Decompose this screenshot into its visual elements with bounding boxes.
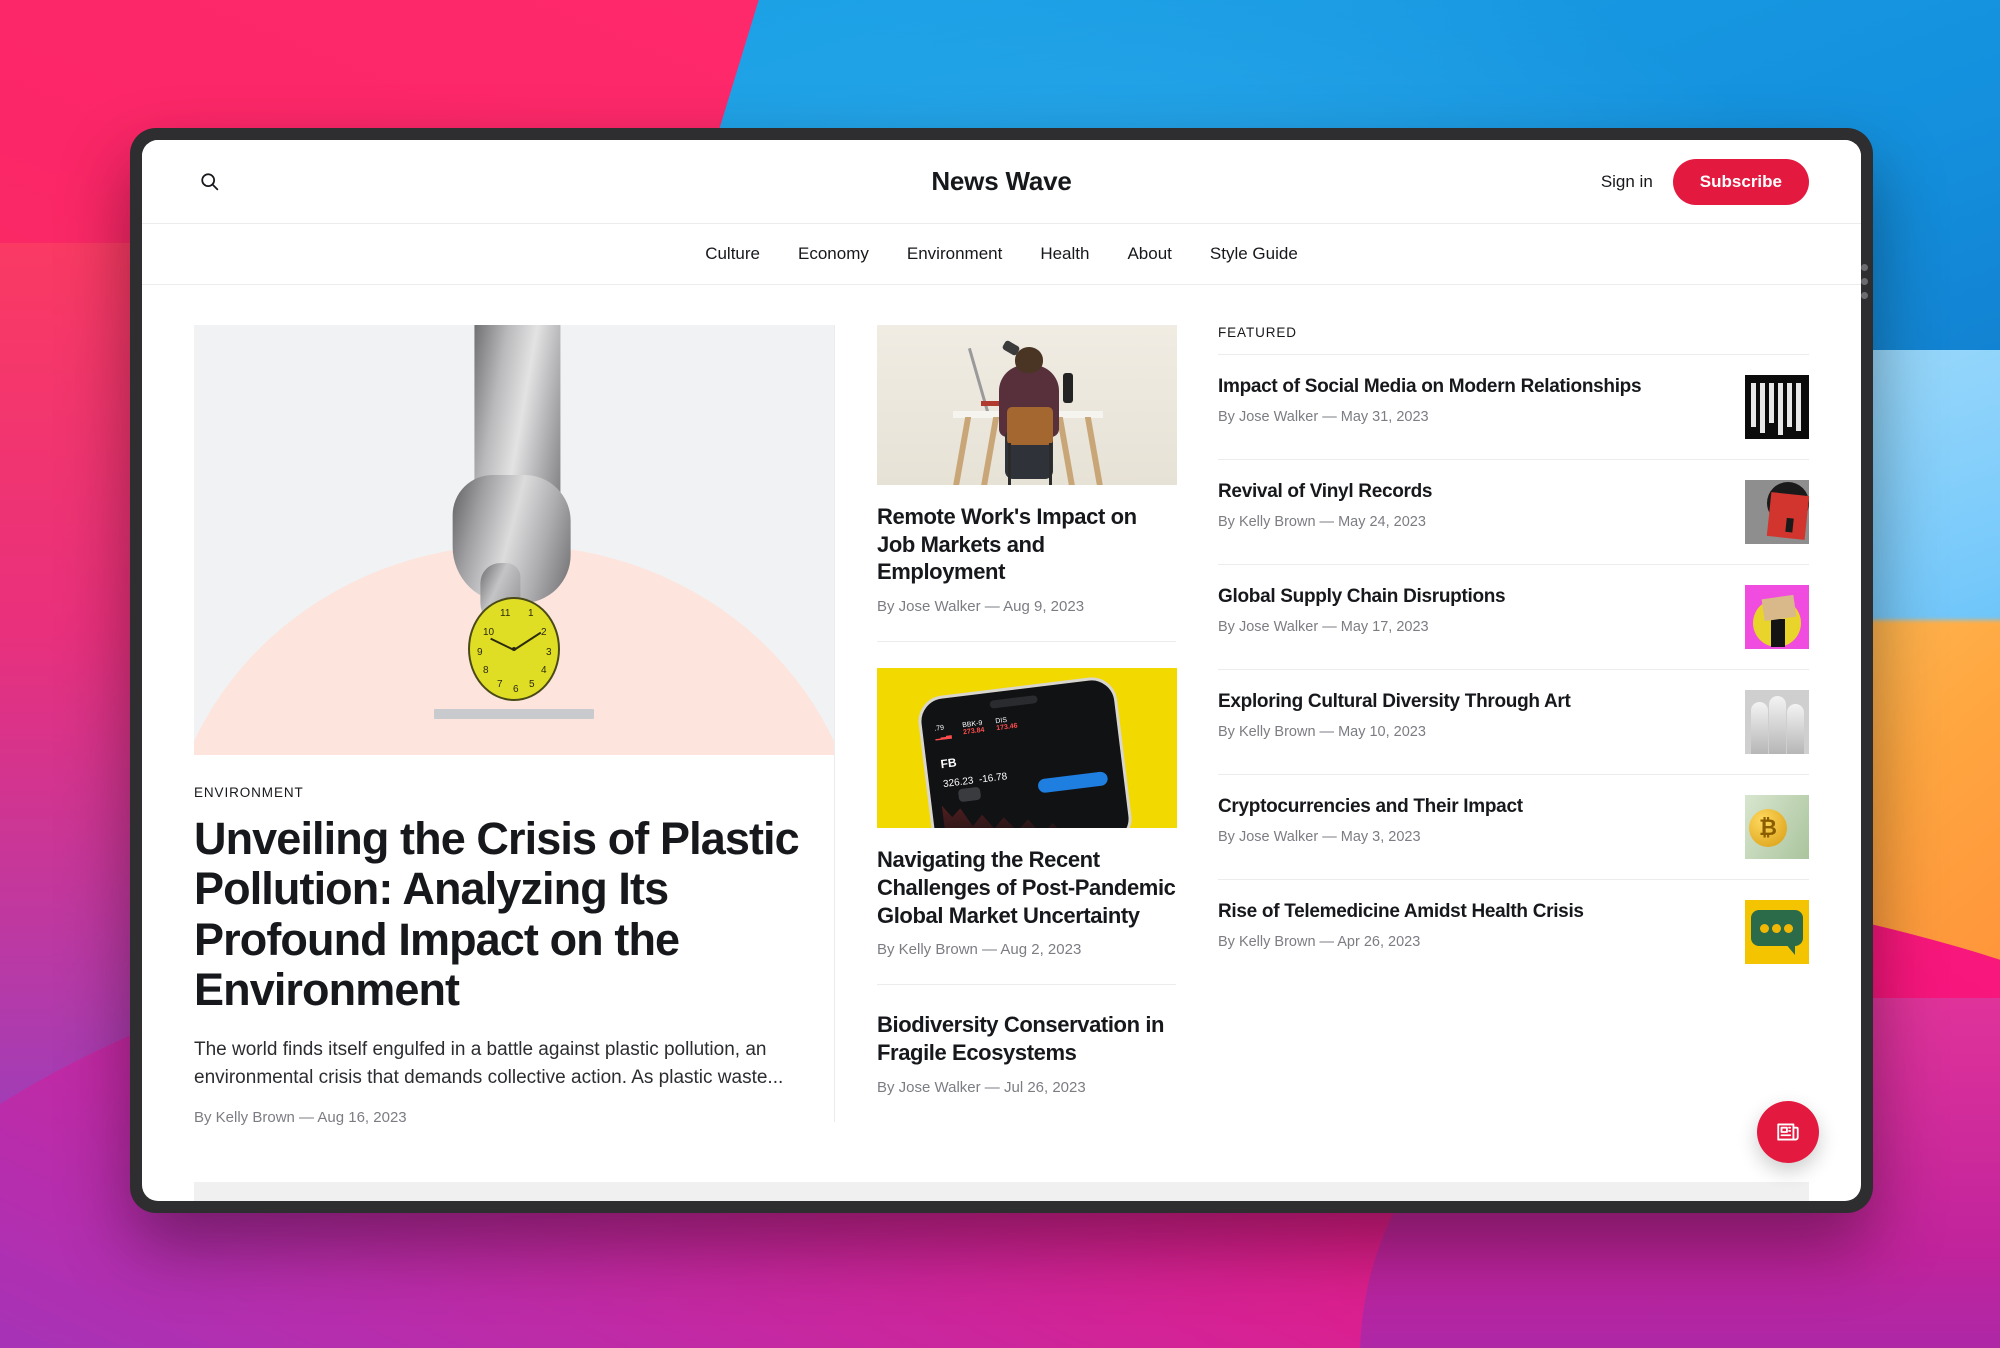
hero-clock: 11 1 10 2 9 3 8 4 7 6 5 xyxy=(468,597,560,701)
featured-title[interactable]: Impact of Social Media on Modern Relatio… xyxy=(1218,375,1727,399)
clock-tick-5: 5 xyxy=(529,679,535,690)
nav-item-style-guide[interactable]: Style Guide xyxy=(1210,244,1298,264)
article-thumbnail-stocks: .79 ▁▂▃ BBK-9 273.84 DIS 173.46 FB 326.23 -… xyxy=(877,668,1177,829)
promo-band: News Wave xyxy=(194,1181,1809,1201)
featured-title[interactable]: Rise of Telemedicine Amidst Health Crisi… xyxy=(1218,900,1727,924)
featured-item-cultural-art[interactable]: Exploring Cultural Diversity Through Art… xyxy=(1218,669,1809,774)
article-card-global-market[interactable]: .79 ▁▂▃ BBK-9 273.84 DIS 173.46 FB 326.23 -… xyxy=(877,641,1177,984)
clock-tick-4: 4 xyxy=(541,665,547,676)
hero-slot xyxy=(434,709,594,719)
bitcoin-coin-thumb-icon: ₿ xyxy=(1745,795,1809,859)
featured-title[interactable]: Global Supply Chain Disruptions xyxy=(1218,585,1727,609)
article-byline: By Jose Walker — Aug 9, 2023 xyxy=(877,598,1085,616)
content-grid: 11 1 10 2 9 3 8 4 7 6 5 ENVIRONMENT Unve… xyxy=(142,285,1861,1126)
nav-item-health[interactable]: Health xyxy=(1040,244,1089,264)
article-title[interactable]: Navigating the Recent Challenges of Post… xyxy=(877,846,1176,929)
newspaper-icon xyxy=(1777,1123,1799,1141)
hero-title[interactable]: Unveiling the Crisis of Plastic Pollutio… xyxy=(194,813,834,1016)
browser-viewport: News Wave Sign in Subscribe Culture Econ… xyxy=(142,140,1861,1201)
header-actions: Sign in Subscribe xyxy=(1601,158,1809,205)
featured-byline: By Kelly Brown — Apr 26, 2023 xyxy=(1218,933,1421,950)
featured-byline: By Kelly Brown — May 24, 2023 xyxy=(1218,513,1426,530)
hero-byline: By Kelly Brown — Aug 16, 2023 xyxy=(194,1108,407,1126)
search-button[interactable] xyxy=(194,167,224,197)
secondary-articles-column: Remote Work's Impact on Job Markets and … xyxy=(834,325,1177,1122)
nav-item-about[interactable]: About xyxy=(1127,244,1171,264)
subscribe-button[interactable]: Subscribe xyxy=(1672,158,1809,205)
hero-image: 11 1 10 2 9 3 8 4 7 6 5 xyxy=(194,325,834,755)
sign-in-link[interactable]: Sign in xyxy=(1601,172,1653,192)
featured-byline: By Jose Walker — May 3, 2023 xyxy=(1218,828,1421,845)
featured-byline: By Jose Walker — May 31, 2023 xyxy=(1218,408,1429,425)
site-header: News Wave Sign in Subscribe xyxy=(142,140,1861,223)
speech-bubble-thumb-icon xyxy=(1745,900,1809,964)
hero-kicker[interactable]: ENVIRONMENT xyxy=(194,785,834,800)
article-byline: By Kelly Brown — Aug 2, 2023 xyxy=(877,941,1082,959)
article-title[interactable]: Biodiversity Conservation in Fragile Eco… xyxy=(877,1011,1176,1066)
clock-tick-6: 6 xyxy=(513,684,519,695)
featured-title[interactable]: Revival of Vinyl Records xyxy=(1218,480,1727,504)
device-frame: News Wave Sign in Subscribe Culture Econ… xyxy=(130,128,1873,1213)
nav-item-economy[interactable]: Economy xyxy=(798,244,869,264)
hero-excerpt: The world finds itself engulfed in a bat… xyxy=(194,1038,784,1089)
clock-tick-1: 1 xyxy=(528,608,534,619)
clock-tick-10: 10 xyxy=(483,627,495,638)
article-title[interactable]: Remote Work's Impact on Job Markets and … xyxy=(877,503,1176,586)
supply-chain-coin-thumb-icon xyxy=(1745,585,1809,649)
nav-item-environment[interactable]: Environment xyxy=(907,244,1002,264)
hero-article[interactable]: 11 1 10 2 9 3 8 4 7 6 5 ENVIRONMENT Unve… xyxy=(194,325,834,1126)
featured-item-supply-chain[interactable]: Global Supply Chain Disruptions By Jose … xyxy=(1218,564,1809,669)
featured-title[interactable]: Exploring Cultural Diversity Through Art xyxy=(1218,690,1727,714)
featured-item-telemedicine[interactable]: Rise of Telemedicine Amidst Health Crisi… xyxy=(1218,879,1809,984)
search-icon xyxy=(200,173,218,191)
featured-title[interactable]: Cryptocurrencies and Their Impact xyxy=(1218,795,1727,819)
clock-tick-8: 8 xyxy=(483,665,489,676)
article-thumbnail-desk xyxy=(877,325,1177,485)
featured-sidebar: FEATURED Impact of Social Media on Moder… xyxy=(1218,325,1809,984)
featured-item-social-media[interactable]: Impact of Social Media on Modern Relatio… xyxy=(1218,354,1809,459)
clock-tick-3: 3 xyxy=(546,647,552,658)
clock-tick-7: 7 xyxy=(497,679,503,690)
clock-tick-11: 11 xyxy=(500,608,511,619)
vinyl-record-thumb-icon xyxy=(1745,480,1809,544)
clock-tick-2: 2 xyxy=(541,627,547,638)
clock-hour-hand xyxy=(490,637,515,651)
article-card-remote-work[interactable]: Remote Work's Impact on Job Markets and … xyxy=(877,325,1177,641)
newsletter-fab-button[interactable] xyxy=(1757,1101,1819,1163)
social-media-bars-thumb-icon xyxy=(1745,375,1809,439)
device-side-buttons xyxy=(1861,264,1868,299)
sculpture-art-thumb-icon xyxy=(1745,690,1809,754)
article-card-biodiversity[interactable]: Biodiversity Conservation in Fragile Eco… xyxy=(877,984,1176,1121)
featured-byline: By Jose Walker — May 17, 2023 xyxy=(1218,618,1429,635)
nav-item-culture[interactable]: Culture xyxy=(705,244,760,264)
article-byline: By Jose Walker — Jul 26, 2023 xyxy=(877,1078,1086,1096)
featured-item-crypto[interactable]: Cryptocurrencies and Their Impact By Jos… xyxy=(1218,774,1809,879)
featured-item-vinyl[interactable]: Revival of Vinyl Records By Kelly Brown … xyxy=(1218,459,1809,564)
clock-center-pin xyxy=(512,647,516,651)
clock-tick-9: 9 xyxy=(477,647,483,658)
clock-minute-hand xyxy=(513,631,542,651)
featured-heading: FEATURED xyxy=(1218,325,1297,340)
featured-byline: By Kelly Brown — May 10, 2023 xyxy=(1218,723,1426,740)
main-navigation: Culture Economy Environment Health About… xyxy=(142,223,1861,285)
